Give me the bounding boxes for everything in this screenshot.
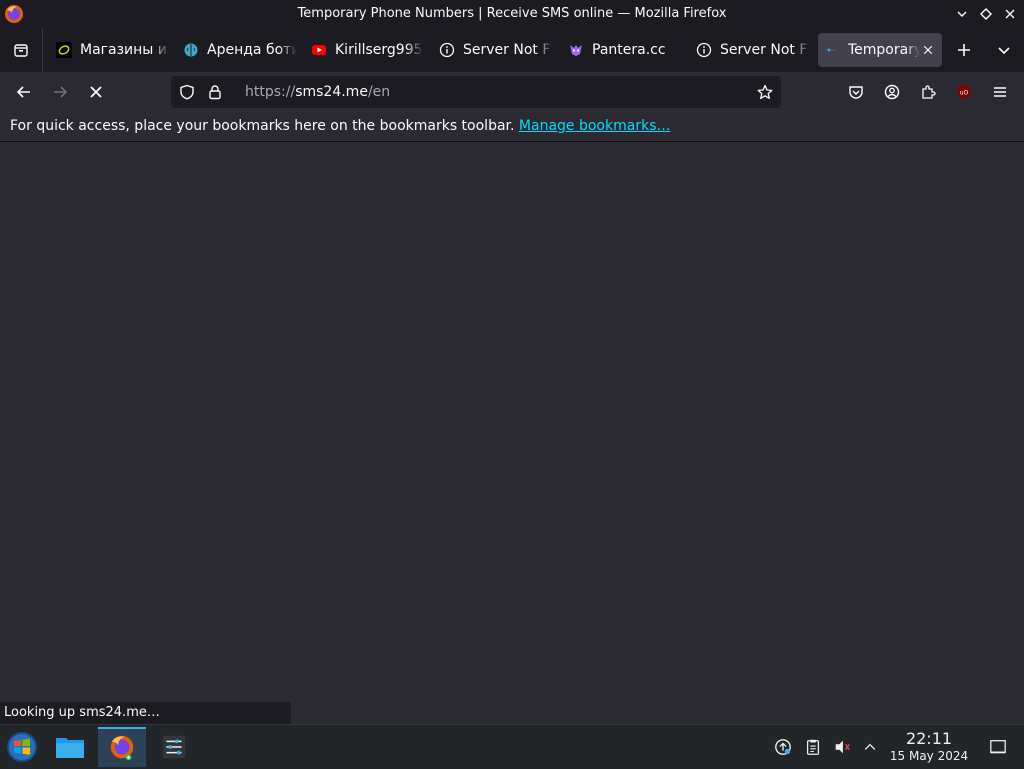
minimize-button[interactable] <box>952 4 972 24</box>
back-button[interactable] <box>10 78 38 106</box>
puzzle-icon <box>922 85 936 99</box>
window-titlebar: Temporary Phone Numbers | Receive SMS on… <box>0 0 1024 28</box>
window-title: Temporary Phone Numbers | Receive SMS on… <box>297 6 727 21</box>
tab-label: Server Not F <box>720 42 808 58</box>
loading-icon <box>824 42 840 58</box>
sliders-icon <box>162 735 186 759</box>
url-path: /en <box>367 84 391 100</box>
arrow-left-icon <box>16 86 30 98</box>
arrow-right-icon <box>54 86 68 98</box>
firefox-taskbar-button[interactable] <box>98 727 146 767</box>
volume-muted-tray-icon[interactable] <box>832 737 852 757</box>
bookmarks-hint: For quick access, place your bookmarks h… <box>10 112 670 140</box>
firefox-icon <box>110 735 134 761</box>
url-host: sms24.me <box>295 84 368 100</box>
tab-label: Pantera.cc <box>592 42 666 58</box>
tab-label: Server Not F <box>463 42 551 58</box>
brain-icon <box>183 42 199 58</box>
pocket-icon <box>849 86 863 99</box>
show-desktop-button[interactable] <box>988 737 1008 757</box>
bookmark-star-icon[interactable] <box>757 84 773 100</box>
plus-icon <box>958 44 970 56</box>
info-icon <box>696 42 712 58</box>
clock-time: 22:11 <box>905 729 953 748</box>
app-menu-button[interactable] <box>986 78 1014 106</box>
page-content <box>0 142 1024 724</box>
opera-logo-icon <box>56 42 72 58</box>
tab-6-active[interactable]: Temporary <box>818 33 942 67</box>
firefox-view-button[interactable] <box>0 28 43 72</box>
taskbar: 22:11 15 May 2024 <box>0 724 1024 769</box>
tab-label: Магазины и <box>80 42 167 58</box>
chevron-down-icon <box>998 47 1010 55</box>
tab-0[interactable]: Магазины и <box>50 33 170 67</box>
new-tab-button[interactable] <box>952 38 976 62</box>
tab-label: Аренда боти <box>207 42 297 58</box>
ublock-origin-icon: uO <box>958 85 970 99</box>
pocket-button[interactable] <box>842 78 870 106</box>
tab-strip: Магазины и Аренда боти Kirillserg995 Ser… <box>0 28 1024 72</box>
show-desktop-icon <box>990 740 1006 754</box>
folder-icon <box>56 738 84 758</box>
url-scheme: https:// <box>245 84 296 100</box>
file-manager-taskbar-button[interactable] <box>48 727 92 767</box>
youtube-icon <box>311 42 327 58</box>
tab-4[interactable]: Pantera.cc <box>562 33 682 67</box>
close-window-button[interactable] <box>1000 4 1020 24</box>
show-hidden-icons-tray-icon[interactable] <box>860 737 880 757</box>
tab-2[interactable]: Kirillserg995 <box>305 33 423 67</box>
lock-icon[interactable] <box>207 84 223 100</box>
system-settings-taskbar-button[interactable] <box>152 727 196 767</box>
manage-bookmarks-link[interactable]: Manage bookmarks… <box>519 118 671 134</box>
start-orb-icon <box>7 732 37 762</box>
stop-loading-button[interactable] <box>82 78 110 106</box>
address-bar[interactable]: https://sms24.me/en <box>171 76 781 108</box>
account-icon <box>884 84 900 100</box>
digital-clock[interactable]: 22:11 15 May 2024 <box>884 729 974 763</box>
bookmarks-hint-text: For quick access, place your bookmarks h… <box>10 118 515 134</box>
maximize-button[interactable] <box>976 4 996 24</box>
forward-button[interactable] <box>46 78 74 106</box>
tracking-protection-shield-icon[interactable] <box>179 84 195 100</box>
ublock-origin-button[interactable]: uO <box>950 78 978 106</box>
firefox-view-icon <box>14 44 28 57</box>
status-panel: Looking up sms24.me… <box>0 702 291 724</box>
stop-icon <box>90 86 102 98</box>
info-icon <box>439 42 455 58</box>
start-menu-button[interactable] <box>0 727 44 767</box>
close-tab-icon[interactable] <box>920 42 936 58</box>
bookmarks-toolbar: For quick access, place your bookmarks h… <box>0 112 1024 142</box>
tab-label: Kirillserg995 <box>335 42 423 58</box>
tab-label: Temporary <box>848 42 920 58</box>
clock-date: 15 May 2024 <box>889 749 969 763</box>
clipboard-tray-icon[interactable] <box>803 737 823 757</box>
svg-text:uO: uO <box>960 90 969 97</box>
tab-3[interactable]: Server Not F <box>433 33 553 67</box>
hamburger-menu-icon <box>994 87 1006 97</box>
extensions-button[interactable] <box>914 78 942 106</box>
navigation-toolbar: https://sms24.me/en uO <box>0 72 1024 112</box>
tab-5[interactable]: Server Not F <box>690 33 810 67</box>
pantera-icon <box>568 42 584 58</box>
list-all-tabs-button[interactable] <box>992 38 1016 62</box>
account-button[interactable] <box>878 78 906 106</box>
url-text[interactable]: https://sms24.me/en <box>245 76 390 108</box>
tab-1[interactable]: Аренда боти <box>177 33 297 67</box>
updates-tray-icon[interactable] <box>773 737 793 757</box>
